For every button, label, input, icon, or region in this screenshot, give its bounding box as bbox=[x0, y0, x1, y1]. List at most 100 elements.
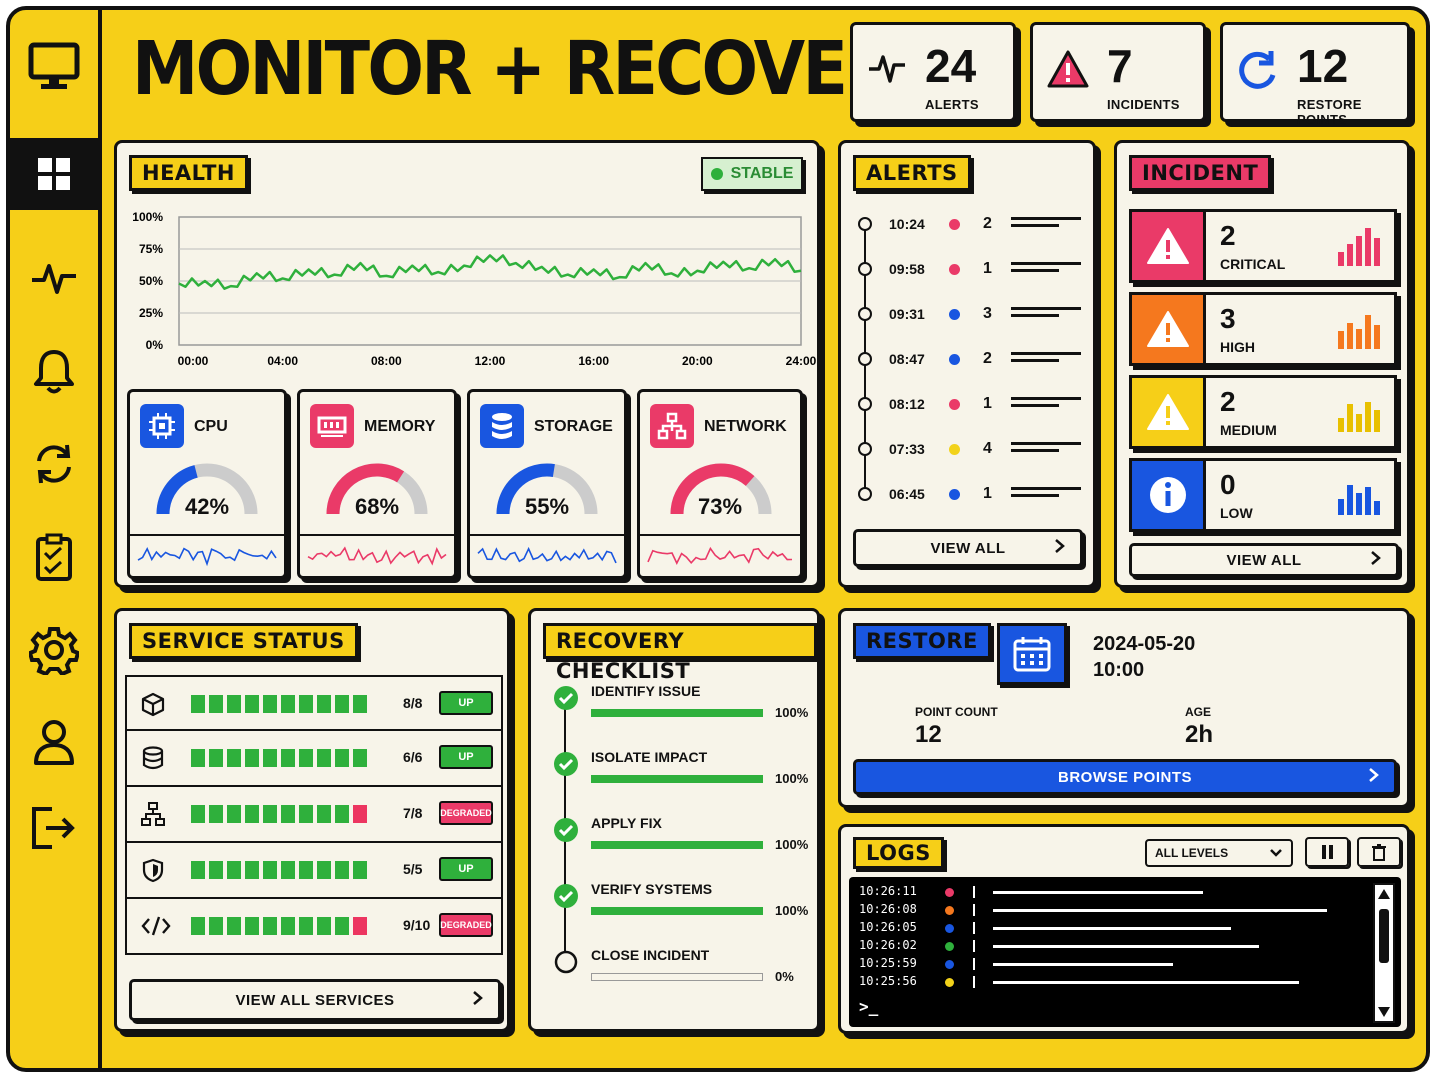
uptime-bar bbox=[317, 861, 331, 879]
alert-text-line bbox=[1011, 314, 1059, 317]
checklist-item[interactable]: CLOSE INCIDENT 0% bbox=[551, 941, 821, 1001]
severity-dot-icon bbox=[949, 219, 960, 230]
service-row[interactable]: 5/5 UP bbox=[125, 843, 503, 899]
log-line[interactable]: 10:26:02 bbox=[859, 937, 1379, 955]
metric-sparkline bbox=[307, 546, 447, 566]
alert-row[interactable]: 09:31 3 bbox=[841, 299, 1093, 329]
log-line[interactable]: 10:26:08 bbox=[859, 901, 1379, 919]
log-level-value: ALL LEVELS bbox=[1155, 846, 1229, 860]
restore-points-stat-card[interactable]: 12 RESTORE POINTS bbox=[1220, 22, 1410, 127]
log-level-dot-icon bbox=[945, 906, 954, 915]
uptime-bar bbox=[191, 805, 205, 823]
alert-row[interactable]: 08:12 1 bbox=[841, 389, 1093, 419]
incident-row-medium[interactable]: 2 MEDIUM bbox=[1129, 375, 1397, 449]
incident-row-low[interactable]: 0 LOW bbox=[1129, 458, 1397, 532]
alert-text-line bbox=[1011, 352, 1081, 355]
profile-nav-item[interactable] bbox=[10, 706, 98, 778]
warning-icon bbox=[1047, 50, 1089, 88]
clear-logs-button[interactable] bbox=[1357, 837, 1401, 867]
checklist-item[interactable]: ISOLATE IMPACT 100% bbox=[551, 743, 821, 803]
log-level-select[interactable]: ALL LEVELS bbox=[1145, 839, 1293, 867]
uptime-bar bbox=[335, 749, 349, 767]
view-all-services-button[interactable]: VIEW ALL SERVICES bbox=[129, 979, 501, 1021]
service-row[interactable]: 7/8 DEGRADED bbox=[125, 787, 503, 843]
uptime-bar bbox=[227, 805, 241, 823]
alerts-stat-card[interactable]: 24 ALERTS bbox=[850, 22, 1016, 122]
gear-icon bbox=[29, 627, 79, 675]
log-timestamp: 10:26:08 bbox=[859, 902, 917, 916]
metric-card-memory[interactable]: MEMORY 68% bbox=[297, 389, 457, 579]
restore-points-count: 12 bbox=[1297, 40, 1349, 92]
incident-view-all-button[interactable]: VIEW ALL bbox=[1129, 543, 1399, 577]
x-tick-label: 16:00 bbox=[578, 354, 609, 368]
service-row[interactable]: 8/8 UP bbox=[125, 675, 503, 731]
log-timestamp: 10:25:56 bbox=[859, 974, 917, 988]
checklist-item[interactable]: APPLY FIX 100% bbox=[551, 809, 821, 869]
metric-card-cpu[interactable]: CPU 42% bbox=[127, 389, 287, 579]
incident-row-high[interactable]: 3 HIGH bbox=[1129, 292, 1397, 366]
cube-icon bbox=[141, 692, 165, 717]
alert-time: 09:31 bbox=[889, 306, 925, 322]
timeline-node-icon bbox=[858, 307, 872, 321]
severity-bars-icon bbox=[1338, 402, 1380, 432]
browse-points-button[interactable]: BROWSE POINTS bbox=[853, 759, 1397, 795]
scroll-down-icon[interactable] bbox=[1377, 1005, 1391, 1019]
metric-card-storage[interactable]: STORAGE 55% bbox=[467, 389, 627, 579]
timeline-node-icon bbox=[858, 217, 872, 231]
checklist-item[interactable]: VERIFY SYSTEMS 100% bbox=[551, 875, 821, 935]
incident-row-critical[interactable]: 2 CRITICAL bbox=[1129, 209, 1397, 283]
log-console[interactable]: 10:26:11 10:26:08 10:26:05 10:26:02 10:25:59… bbox=[849, 877, 1401, 1027]
log-scrollbar[interactable] bbox=[1373, 883, 1395, 1023]
notifications-nav-item[interactable] bbox=[10, 336, 98, 408]
pause-button[interactable] bbox=[1305, 837, 1349, 867]
chevron-right-icon bbox=[1370, 550, 1382, 570]
network-icon bbox=[650, 404, 694, 448]
metric-card-network[interactable]: NETWORK 73% bbox=[637, 389, 803, 579]
service-status-panel: SERVICE STATUS 8/8 UP 6/6 UP 7/8 DEGRADED 5/5 U… bbox=[114, 608, 510, 1032]
metric-sparkline bbox=[647, 546, 793, 565]
log-timestamp: 10:26:05 bbox=[859, 920, 917, 934]
log-line[interactable]: 10:25:59 bbox=[859, 955, 1379, 973]
log-line[interactable]: 10:26:11 bbox=[859, 883, 1379, 901]
incident-count: 0 bbox=[1220, 469, 1236, 500]
log-separator bbox=[973, 940, 975, 952]
activity-nav-item[interactable] bbox=[10, 242, 98, 314]
service-row[interactable]: 9/10 DEGRADED bbox=[125, 899, 503, 955]
service-count: 9/10 bbox=[403, 917, 431, 933]
alert-time: 08:47 bbox=[889, 351, 925, 367]
empty-circle-icon bbox=[554, 950, 578, 974]
alert-text-line bbox=[1011, 397, 1081, 400]
service-status-badge: DEGRADED bbox=[439, 913, 493, 937]
settings-nav-item[interactable] bbox=[10, 614, 98, 686]
log-line[interactable]: 10:25:56 bbox=[859, 973, 1379, 991]
dashboard-nav-item[interactable] bbox=[10, 138, 98, 210]
scroll-thumb[interactable] bbox=[1379, 909, 1389, 963]
x-tick-label: 08:00 bbox=[371, 354, 402, 368]
incidents-label: INCIDENTS bbox=[1107, 97, 1180, 112]
info-icon bbox=[1132, 461, 1206, 529]
alert-row[interactable]: 07:33 4 bbox=[841, 434, 1093, 464]
age-label: AGE bbox=[1185, 705, 1212, 719]
uptime-bar bbox=[209, 749, 223, 767]
service-row[interactable]: 6/6 UP bbox=[125, 731, 503, 787]
app-window: MONITOR + RECOVER 24 ALERTS 7 INCIDENTS … bbox=[6, 6, 1430, 1072]
log-line[interactable]: 10:26:05 bbox=[859, 919, 1379, 937]
incidents-stat-card[interactable]: 7 INCIDENTS bbox=[1030, 22, 1206, 122]
checklist-item[interactable]: IDENTIFY ISSUE 100% bbox=[551, 677, 821, 737]
alert-row[interactable]: 06:45 1 bbox=[841, 479, 1093, 509]
severity-dot-icon bbox=[949, 444, 960, 455]
checklist-label: VERIFY SYSTEMS bbox=[591, 881, 713, 897]
uptime-bar bbox=[245, 749, 259, 767]
point-count-value: 12 bbox=[915, 721, 942, 748]
alert-row[interactable]: 09:58 1 bbox=[841, 254, 1093, 284]
log-level-dot-icon bbox=[945, 960, 954, 969]
scroll-up-icon[interactable] bbox=[1377, 887, 1391, 901]
checklist-nav-item[interactable] bbox=[10, 522, 98, 594]
alert-row[interactable]: 08:47 2 bbox=[841, 344, 1093, 374]
uptime-bar bbox=[245, 861, 259, 879]
logout-nav-item[interactable] bbox=[10, 792, 98, 864]
alerts-view-all-button[interactable]: VIEW ALL bbox=[853, 529, 1083, 567]
sync-nav-item[interactable] bbox=[10, 428, 98, 500]
service-status-badge: UP bbox=[439, 745, 493, 769]
alert-row[interactable]: 10:24 2 bbox=[841, 209, 1093, 239]
